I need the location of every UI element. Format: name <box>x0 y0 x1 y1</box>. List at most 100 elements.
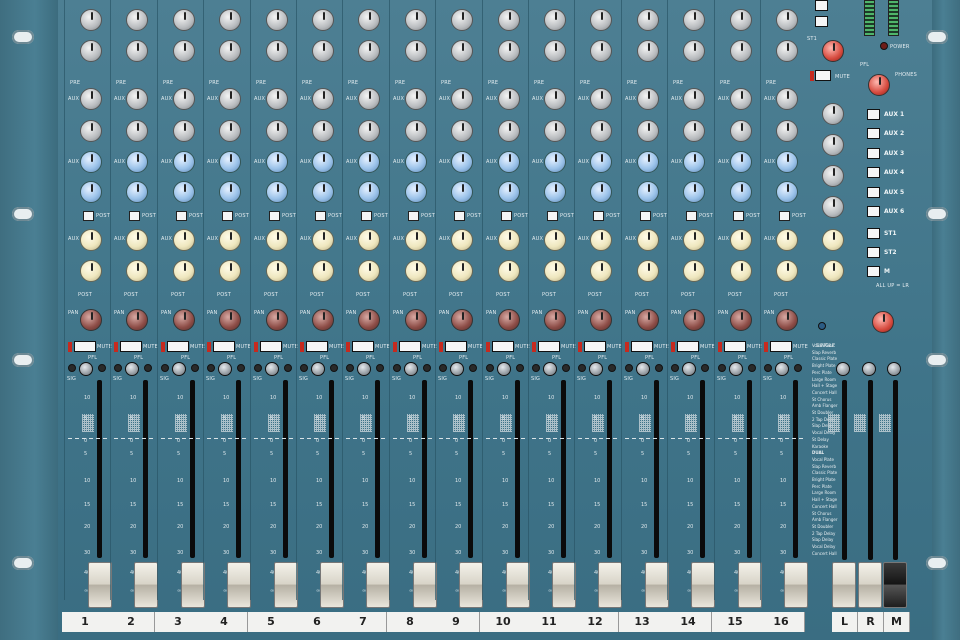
pfl-button[interactable] <box>357 362 371 376</box>
aux2-knob[interactable] <box>219 120 241 142</box>
aux2-knob[interactable] <box>358 120 380 142</box>
eq-hi-knob[interactable] <box>683 9 705 31</box>
mute-button[interactable] <box>584 341 606 352</box>
st1-level-knob[interactable] <box>822 40 844 62</box>
channel-fader[interactable] <box>88 562 112 608</box>
aux5-knob[interactable] <box>683 229 705 251</box>
pfl-button[interactable] <box>311 362 325 376</box>
aux4-knob[interactable] <box>683 181 705 203</box>
channel-fader[interactable] <box>598 562 622 608</box>
mute-button[interactable] <box>445 341 467 352</box>
pfl-button[interactable] <box>218 362 232 376</box>
st1-mute-button[interactable] <box>815 70 831 81</box>
eq-hi-knob[interactable] <box>173 9 195 31</box>
pfl-button[interactable] <box>404 362 418 376</box>
fx-select-knob[interactable] <box>872 311 894 333</box>
mute-button[interactable] <box>120 341 142 352</box>
aux2-knob[interactable] <box>637 120 659 142</box>
master-assign-button[interactable] <box>867 148 880 159</box>
eq-lo-knob[interactable] <box>776 40 798 62</box>
eq-lo-knob[interactable] <box>637 40 659 62</box>
eq-lo-knob[interactable] <box>80 40 102 62</box>
aux-pre-post-button[interactable] <box>779 211 790 221</box>
aux-pre-post-button[interactable] <box>593 211 604 221</box>
aux3-knob[interactable] <box>266 151 288 173</box>
eq-lo-knob[interactable] <box>219 40 241 62</box>
master-assign-button[interactable] <box>867 128 880 139</box>
aux3-knob[interactable] <box>126 151 148 173</box>
mute-button[interactable] <box>74 341 96 352</box>
aux-pre-post-button[interactable] <box>361 211 372 221</box>
aux6-knob[interactable] <box>590 260 612 282</box>
aux2-knob[interactable] <box>683 120 705 142</box>
aux6-knob[interactable] <box>683 260 705 282</box>
aux3-knob[interactable] <box>544 151 566 173</box>
pfl-button[interactable] <box>729 362 743 376</box>
master-assign-button[interactable] <box>867 247 880 258</box>
aux3-knob[interactable] <box>173 151 195 173</box>
st-button[interactable] <box>815 0 828 11</box>
aux5-knob[interactable] <box>405 229 427 251</box>
aux-pre-post-button[interactable] <box>640 211 651 221</box>
channel-fader[interactable] <box>413 562 437 608</box>
pfl-button[interactable] <box>497 362 511 376</box>
aux3-knob[interactable] <box>358 151 380 173</box>
master-fader-right[interactable] <box>858 562 882 608</box>
aux4-knob[interactable] <box>219 181 241 203</box>
channel-fader[interactable] <box>320 562 344 608</box>
eq-hi-knob[interactable] <box>730 9 752 31</box>
aux5-knob[interactable] <box>544 229 566 251</box>
aux3-knob[interactable] <box>637 151 659 173</box>
aux-master-knob[interactable] <box>822 134 844 156</box>
channel-fader[interactable] <box>645 562 669 608</box>
pan-knob[interactable] <box>266 309 288 331</box>
mute-button[interactable] <box>677 341 699 352</box>
eq-lo-knob[interactable] <box>590 40 612 62</box>
aux2-knob[interactable] <box>126 120 148 142</box>
eq-lo-knob[interactable] <box>451 40 473 62</box>
aux5-knob[interactable] <box>173 229 195 251</box>
channel-fader[interactable] <box>181 562 205 608</box>
mute-button[interactable] <box>631 341 653 352</box>
fx-send-knob[interactable] <box>822 165 844 187</box>
st-button[interactable] <box>815 16 828 27</box>
aux-master-knob[interactable] <box>822 103 844 125</box>
pan-knob[interactable] <box>730 309 752 331</box>
eq-hi-knob[interactable] <box>266 9 288 31</box>
eq-hi-knob[interactable] <box>312 9 334 31</box>
aux1-knob[interactable] <box>312 88 334 110</box>
mute-button[interactable] <box>538 341 560 352</box>
eq-hi-knob[interactable] <box>637 9 659 31</box>
eq-hi-knob[interactable] <box>358 9 380 31</box>
eq-hi-knob[interactable] <box>544 9 566 31</box>
pfl-button[interactable] <box>589 362 603 376</box>
aux6-knob[interactable] <box>173 260 195 282</box>
mute-button[interactable] <box>260 341 282 352</box>
aux5-knob[interactable] <box>590 229 612 251</box>
aux6-knob[interactable] <box>80 260 102 282</box>
master-pfl-button[interactable] <box>887 362 901 376</box>
aux1-knob[interactable] <box>80 88 102 110</box>
aux-pre-post-button[interactable] <box>222 211 233 221</box>
aux2-knob[interactable] <box>590 120 612 142</box>
master-assign-button[interactable] <box>867 167 880 178</box>
aux2-knob[interactable] <box>730 120 752 142</box>
aux4-knob[interactable] <box>405 181 427 203</box>
mute-button[interactable] <box>352 341 374 352</box>
mute-button[interactable] <box>724 341 746 352</box>
aux-pre-post-button[interactable] <box>129 211 140 221</box>
channel-fader[interactable] <box>784 562 808 608</box>
aux6-knob[interactable] <box>219 260 241 282</box>
pan-knob[interactable] <box>219 309 241 331</box>
aux4-knob[interactable] <box>312 181 334 203</box>
master-assign-button[interactable] <box>867 206 880 217</box>
aux4-knob[interactable] <box>544 181 566 203</box>
aux-pre-post-button[interactable] <box>733 211 744 221</box>
pfl-button[interactable] <box>636 362 650 376</box>
channel-fader[interactable] <box>366 562 390 608</box>
aux5-knob[interactable] <box>312 229 334 251</box>
channel-fader[interactable] <box>691 562 715 608</box>
aux5-knob[interactable] <box>126 229 148 251</box>
pan-knob[interactable] <box>312 309 334 331</box>
master-pfl-button[interactable] <box>836 362 850 376</box>
